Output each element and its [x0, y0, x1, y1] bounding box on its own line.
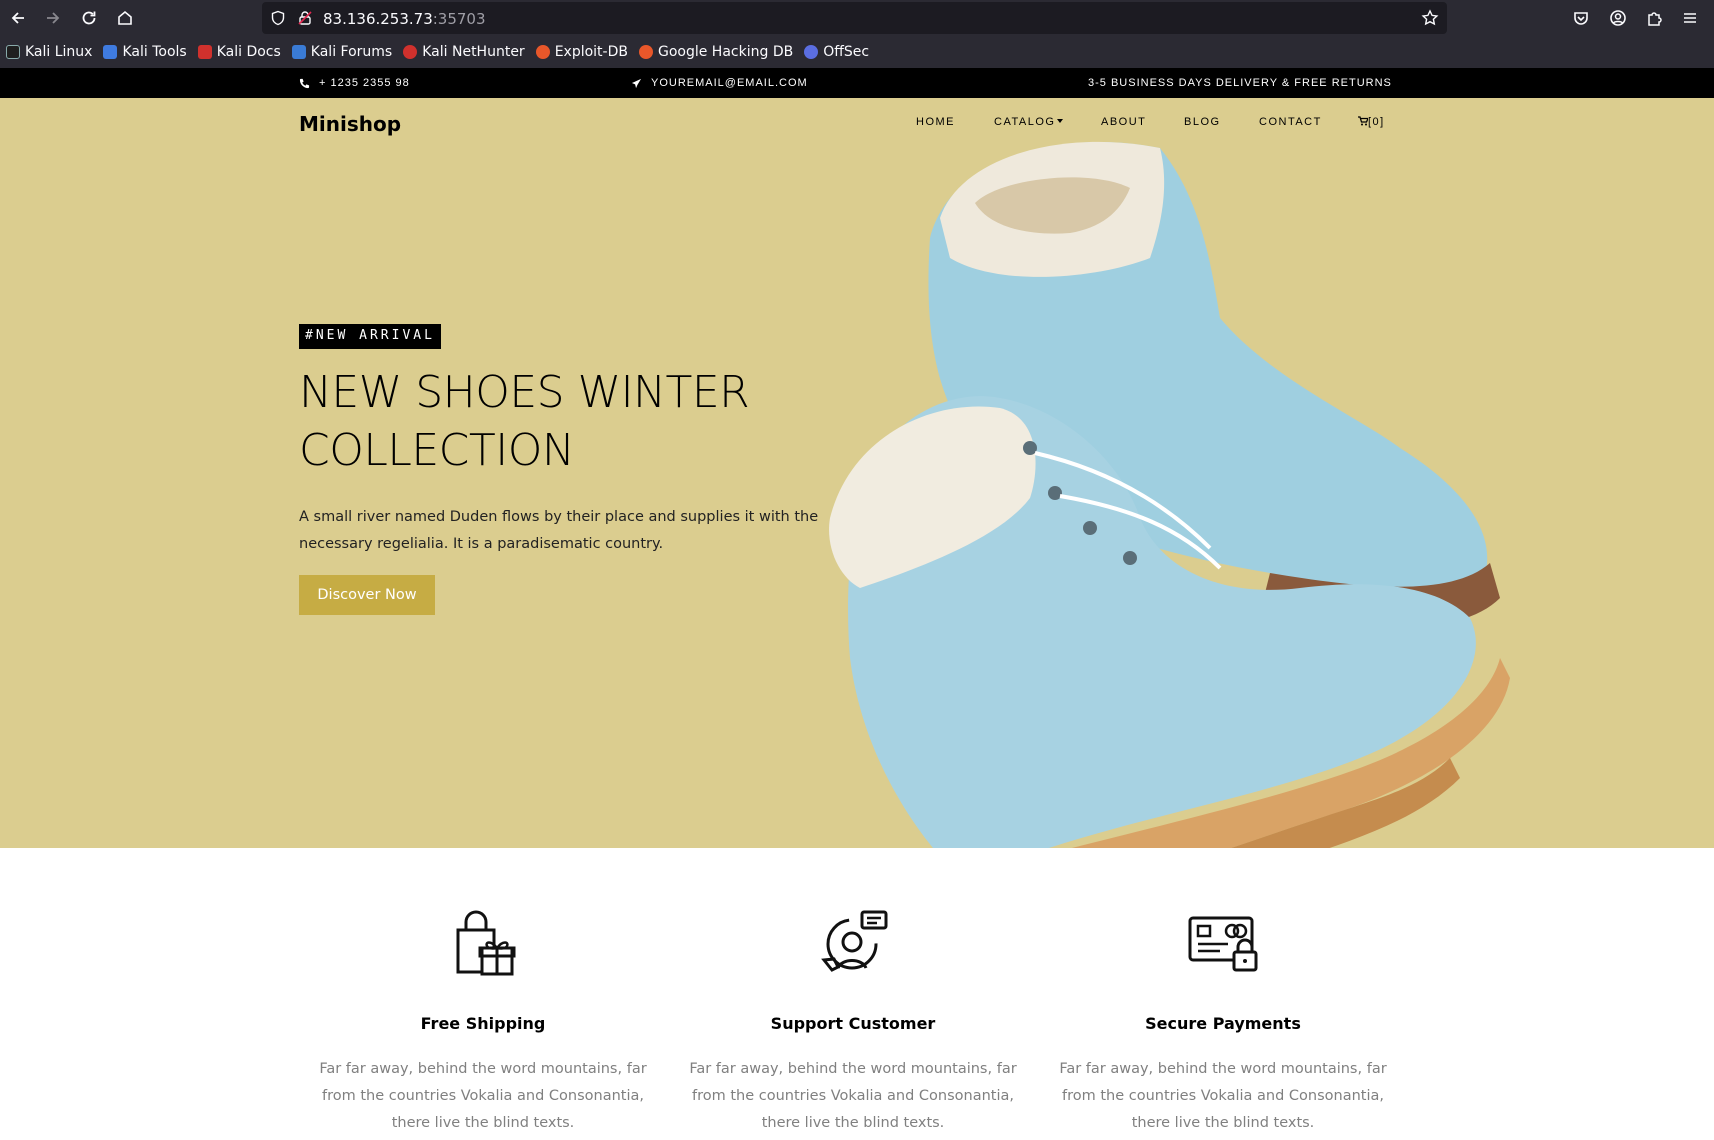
- nav-catalog[interactable]: CATALOG: [994, 116, 1064, 128]
- bookmark-label: Google Hacking DB: [657, 44, 794, 60]
- feature-title: Free Shipping: [420, 1014, 546, 1033]
- phone-icon: [299, 78, 310, 88]
- winter-boots-image: [829, 141, 1510, 958]
- kali-dragon-icon: [6, 45, 20, 59]
- email-text: YOUREMAIL@EMAIL.COM: [651, 77, 808, 89]
- paper-plane-icon: [631, 78, 642, 88]
- exploit-db-icon: [535, 45, 550, 59]
- browser-toolbar: 83.136.253.73:35703: [0, 0, 1714, 36]
- bookmark-offsec[interactable]: OffSec: [804, 44, 869, 60]
- nav-about[interactable]: ABOUT: [1101, 116, 1146, 128]
- kali-tools-icon: [103, 45, 118, 59]
- caret-down-icon: [1057, 119, 1064, 123]
- url-host: 83.136.253.73: [323, 10, 433, 28]
- extensions-button[interactable]: [1642, 6, 1666, 30]
- bookmark-label: OffSec: [823, 44, 870, 60]
- forward-button[interactable]: [41, 6, 65, 30]
- menu-button[interactable]: [1678, 6, 1702, 30]
- arrow-left-icon: [11, 12, 24, 24]
- url-port: :35703: [432, 10, 486, 28]
- bookmark-kali-tools[interactable]: Kali Tools: [103, 44, 187, 60]
- email-info: YOUREMAIL@EMAIL.COM: [631, 77, 808, 89]
- pocket-icon: [1574, 12, 1588, 25]
- reload-button[interactable]: [77, 6, 101, 30]
- pocket-button[interactable]: [1569, 6, 1593, 30]
- home-icon: [118, 10, 132, 25]
- cart-count: [0]: [1368, 116, 1385, 128]
- ghdb-icon: [638, 45, 653, 59]
- url-text: 83.136.253.73:35703: [323, 10, 486, 28]
- bookmark-label: Kali Docs: [216, 44, 281, 60]
- reload-icon: [82, 11, 96, 25]
- bookmark-star-icon[interactable]: [1421, 9, 1439, 27]
- kali-forums-icon: [291, 45, 306, 59]
- secure-card-icon: [1188, 916, 1258, 972]
- bookmark-kali-linux[interactable]: Kali Linux: [6, 44, 92, 60]
- kali-docs-icon: [197, 45, 212, 59]
- customer-support-icon: [821, 910, 888, 972]
- delivery-text: 3-5 BUSINESS DAYS DELIVERY & FREE RETURN…: [1088, 77, 1392, 89]
- puzzle-icon: [1648, 12, 1662, 26]
- nav-cart[interactable]: [0]: [1358, 116, 1385, 128]
- offsec-icon: [804, 45, 819, 59]
- bookmark-kali-nethunter[interactable]: Kali NetHunter: [403, 44, 525, 60]
- top-info-bar: + 1235 2355 98 YOUREMAIL@EMAIL.COM 3-5 B…: [0, 68, 1714, 98]
- account-icon: [1610, 10, 1626, 26]
- feature-title: Secure Payments: [1145, 1014, 1301, 1033]
- home-button[interactable]: [113, 6, 137, 30]
- bookmarks-toolbar: Kali Linux Kali Tools Kali Docs Kali For…: [0, 36, 1714, 68]
- feature-text: Far far away, behind the word mountains,…: [1059, 1061, 1387, 1131]
- arrow-right-icon: [47, 12, 60, 24]
- headline-line-1: NEW SHOES WINTER: [299, 367, 750, 418]
- address-bar[interactable]: 83.136.253.73:35703: [262, 2, 1447, 34]
- hero-description: A small river named Duden flows by their…: [299, 509, 819, 552]
- headline-line-2: COLLECTION: [299, 425, 575, 476]
- nav-contact[interactable]: CONTACT: [1259, 116, 1322, 128]
- nav-catalog-label: CATALOG: [994, 116, 1056, 128]
- bookmark-label: Kali Linux: [25, 44, 93, 60]
- feature-text: Far far away, behind the word mountains,…: [319, 1061, 647, 1131]
- bookmark-label: Kali NetHunter: [422, 44, 525, 60]
- nav-home[interactable]: HOME: [916, 116, 955, 128]
- hamburger-menu-icon: [1684, 13, 1696, 23]
- hero-section: Minishop HOME CATALOG ABOUT BLOG CONTACT…: [0, 98, 1714, 958]
- nethunter-icon: [403, 45, 418, 59]
- new-arrival-tag: #NEW ARRIVAL: [299, 324, 441, 349]
- delivery-info: 3-5 BUSINESS DAYS DELIVERY & FREE RETURN…: [1088, 77, 1392, 89]
- bookmark-google-hacking-db[interactable]: Google Hacking DB: [638, 44, 794, 60]
- bookmark-exploit-db[interactable]: Exploit-DB: [535, 44, 628, 60]
- bookmark-kali-forums[interactable]: Kali Forums: [291, 44, 393, 60]
- feature-text: Far far away, behind the word mountains,…: [689, 1061, 1017, 1131]
- phone-text: + 1235 2355 98: [319, 77, 410, 89]
- cart-icon: [1358, 116, 1369, 126]
- features-section: Free Shipping Far far away, behind the w…: [0, 848, 1714, 1140]
- bookmark-label: Exploit-DB: [554, 44, 628, 60]
- feature-title: Support Customer: [770, 1014, 936, 1033]
- nav-blog[interactable]: BLOG: [1184, 116, 1221, 128]
- discover-now-button[interactable]: Discover Now: [299, 575, 435, 615]
- bookmark-kali-docs[interactable]: Kali Docs: [197, 44, 281, 60]
- shopping-bag-gift-icon: [456, 910, 516, 976]
- phone-info: + 1235 2355 98: [299, 77, 410, 89]
- back-button[interactable]: [6, 6, 30, 30]
- bookmark-label: Kali Forums: [310, 44, 393, 60]
- insecure-lock-icon: [298, 11, 312, 25]
- hero-headline: NEW SHOES WINTER COLLECTION: [299, 364, 819, 480]
- bookmark-label: Kali Tools: [122, 44, 187, 60]
- shield-icon: [271, 10, 285, 26]
- main-nav: HOME CATALOG ABOUT BLOG CONTACT [0]: [0, 116, 1714, 136]
- account-button[interactable]: [1606, 6, 1630, 30]
